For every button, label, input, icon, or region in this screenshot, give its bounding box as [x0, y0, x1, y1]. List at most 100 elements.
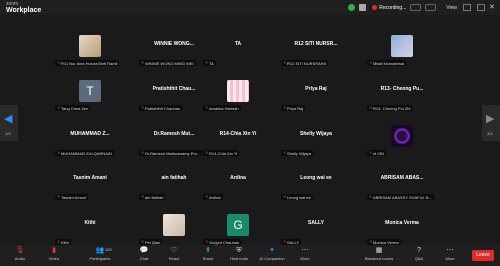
participant-name-tag: ✕ Priya Raj	[281, 105, 306, 111]
participant-avatar-initial: G	[227, 214, 249, 236]
participant-tile[interactable]: ABRISAM ABAS... ✕ ABRISAM ABASSY SHAFUL N.…	[364, 167, 440, 200]
react-label: React	[168, 256, 180, 261]
participant-display-name: Priya Raj	[305, 86, 327, 92]
mic-muted-icon: ✕	[205, 105, 209, 110]
chat-label: Chat	[139, 256, 149, 261]
recording-label: Recording...	[379, 4, 407, 11]
host-tools-button[interactable]: ⛨ Host tools	[225, 247, 253, 265]
previous-page-button[interactable]: ◀ 1/3	[0, 105, 18, 141]
participant-tile[interactable]: Leong wai ee ✕ Leong wai ee	[278, 167, 354, 200]
pause-recording-button[interactable]	[410, 4, 422, 11]
participant-tile[interactable]: Kithi ✕ Kithi	[52, 212, 128, 245]
leave-button[interactable]: Leave	[472, 250, 494, 261]
participant-name-tag: ✕ Mitali Khandelwal	[367, 60, 407, 66]
participants-button[interactable]: 👥 120 Participants	[86, 247, 114, 265]
participant-tile[interactable]: R12 SITI NURSR... ✕ R12 SITI NURSRAINI	[278, 33, 354, 66]
participant-tile[interactable]: MUHAMMAD Z... ✕ MUHAMMAD ZULQARNAIN	[52, 123, 128, 156]
participant-tile[interactable]: Tasnim Amani ✕ Tasnim Amani	[52, 167, 128, 200]
participant-tile[interactable]: Priya Raj ✕ Priya Raj	[278, 78, 354, 111]
participant-name: Priya Raj	[287, 105, 304, 111]
video-button[interactable]: ▮ Video	[40, 247, 68, 265]
more-button-1[interactable]: ⋯ More	[291, 247, 319, 265]
qa-button[interactable]: ? Q&A	[405, 247, 433, 265]
participant-name: Dr.Ramesh Mathuswamy Pro...	[145, 150, 201, 156]
mic-muted-icon: ✕	[283, 60, 287, 65]
captions-icon[interactable]	[359, 4, 367, 11]
participant-tile[interactable]: Monica Verma ✕ Monica Verma	[364, 212, 440, 245]
mic-muted-icon: ✕	[369, 150, 373, 155]
mic-muted-icon: ✕	[205, 60, 209, 65]
participant-tile[interactable]: G ✕ Gurjyot Chauhan	[200, 212, 276, 245]
video-off-icon: ▮	[52, 247, 56, 254]
share-button[interactable]: ⬆ Share	[194, 247, 222, 265]
participant-avatar	[391, 125, 413, 147]
participant-tile[interactable]: ✕ Amalina Hadirah	[200, 78, 276, 111]
mic-muted-icon: ✕	[57, 60, 61, 65]
mic-muted-icon: ✕	[283, 194, 287, 199]
participant-name: Amalina Hadirah	[209, 105, 239, 111]
view-button[interactable]: View	[446, 5, 457, 11]
participant-name-tag: ✕ R11 Nur Aina Husna Binti Ramli	[55, 60, 120, 66]
shield-icon: ⛨	[236, 247, 242, 254]
participant-display-name: Ardina	[230, 175, 246, 181]
mic-muted-icon: ✕	[141, 60, 145, 65]
participant-name-tag: ✕ R13- Cheong Pui Zhi	[367, 105, 413, 111]
participant-tile[interactable]: TA ✕ TA	[200, 33, 276, 66]
participant-name-tag: ✕ zt XIN	[367, 150, 386, 156]
mic-muted-icon: ✕	[57, 105, 61, 110]
next-page-button[interactable]: ▶ 3/3	[482, 105, 500, 141]
participant-name-tag: ✕ Leong wai ee	[281, 194, 313, 200]
app-logo: zoom Workplace	[6, 1, 41, 15]
participant-tile[interactable]: R13- Cheong Pu... ✕ R13- Cheong Pui Zhi	[364, 78, 440, 111]
participant-tile[interactable]: ✕ Mitali Khandelwal	[364, 33, 440, 66]
mic-muted-icon: ✕	[205, 194, 209, 199]
participant-name: Shelly Wijaya	[287, 150, 312, 156]
recording-indicator: Recording...	[372, 5, 406, 11]
participant-display-name: MUHAMMAD Z...	[70, 131, 110, 137]
audio-label: Audio	[14, 256, 26, 261]
more-label-2: More	[445, 256, 455, 261]
participant-name: ain fatihah	[145, 194, 164, 200]
record-dot-icon	[372, 5, 378, 10]
chat-button[interactable]: 💬 Chat	[130, 247, 158, 265]
more-icon: ⋯	[301, 247, 309, 254]
participant-tile[interactable]: ✕ R11 Nur Aina Husna Binti Ramli	[52, 33, 128, 66]
participant-tile[interactable]: Ardina ✕ Ardina	[200, 167, 276, 200]
mic-muted-icon: ✕	[57, 239, 61, 244]
react-button[interactable]: ♡ React	[160, 247, 188, 265]
participant-display-name: SALLY	[308, 220, 324, 226]
participant-avatar	[227, 80, 249, 102]
share-label: Share	[202, 256, 214, 261]
participant-name: Mitali Khandelwal	[373, 60, 405, 66]
participant-name: SALLY	[287, 239, 300, 245]
participant-name-tag: ✕ WINNIE WONG MING WEI	[139, 60, 196, 66]
page-indicator-left: 1/3	[5, 131, 11, 136]
participant-name-tag: ✕ Ardina	[203, 194, 223, 200]
mic-muted-icon: ✕	[141, 150, 145, 155]
audio-button[interactable]: 🎙 Audio	[6, 247, 34, 265]
mic-muted-icon: ✕	[283, 150, 287, 155]
participant-name: Pratishthit Chauhan	[145, 105, 181, 111]
ai-companion-button[interactable]: ✦ AI Companion	[258, 247, 286, 265]
close-icon[interactable]: ✕	[489, 4, 496, 11]
maximize-button[interactable]	[477, 4, 485, 11]
stop-recording-button[interactable]	[425, 4, 437, 11]
participants-count: 120	[105, 247, 112, 252]
minimize-button[interactable]	[463, 4, 471, 11]
participant-tile[interactable]: Shelly Wijaya ✕ Shelly Wijaya	[278, 123, 354, 156]
chat-icon: 💬	[139, 247, 149, 254]
more-button-2[interactable]: ⋯ More	[436, 247, 464, 265]
participant-name-tag: ✕ ain fatihah	[139, 194, 166, 200]
participant-name: Tang Chea Zen	[61, 105, 89, 111]
participant-tile[interactable]: R14-Chia Xin Yi ✕ R14-Chia Xin Yi	[200, 123, 276, 156]
participant-tile[interactable]: SALLY ✕ SALLY	[278, 212, 354, 245]
sparkle-icon: ✦	[269, 247, 275, 254]
shield-icon[interactable]	[348, 4, 356, 11]
participant-name: zt XIN	[373, 150, 384, 156]
participant-name: Leong wai ee	[287, 194, 311, 200]
participant-tile[interactable]: ✕ zt XIN	[364, 123, 440, 156]
participant-avatar	[79, 35, 101, 57]
breakout-rooms-button[interactable]: ▦ Breakout rooms	[365, 247, 393, 265]
mic-muted-icon: ✕	[205, 150, 209, 155]
participant-tile[interactable]: T ✕ Tang Chea Zen	[52, 78, 128, 111]
